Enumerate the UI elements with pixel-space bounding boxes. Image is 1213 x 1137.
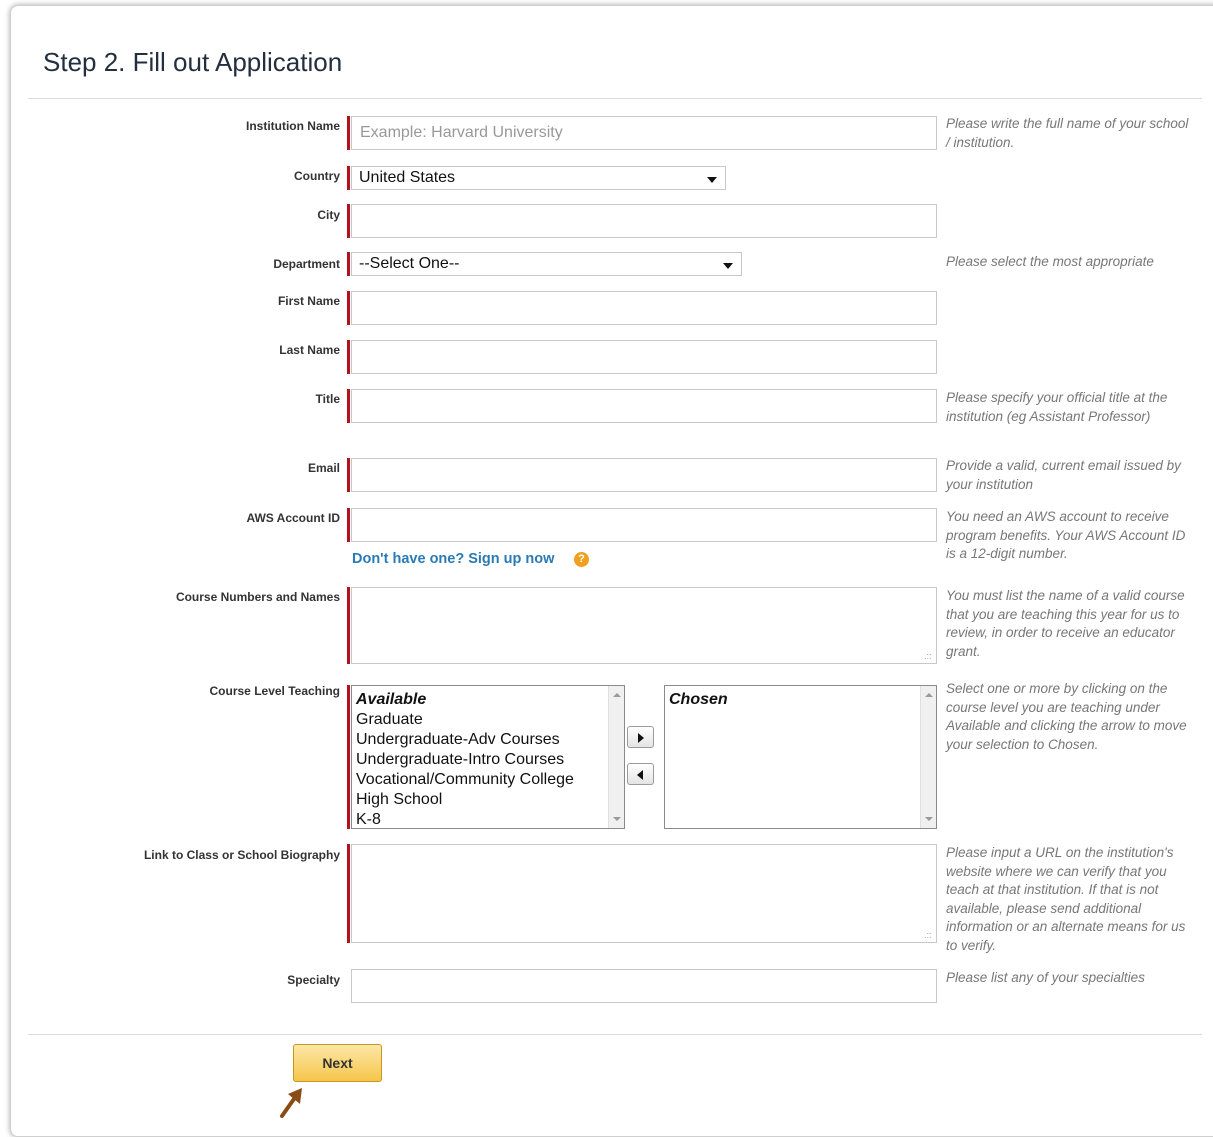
specialty-input[interactable] — [351, 969, 937, 1003]
required-marker — [347, 166, 350, 190]
list-item[interactable]: Undergraduate-Adv Courses — [356, 730, 574, 750]
available-items: Available Graduate Undergraduate-Adv Cou… — [356, 690, 574, 830]
move-right-button[interactable] — [627, 726, 654, 748]
course-level-label: Course Level Teaching — [209, 684, 340, 698]
specialty-help: Please list any of your specialties — [946, 970, 1145, 985]
list-item[interactable]: Vocational/Community College — [356, 770, 574, 790]
required-marker — [347, 508, 350, 542]
country-select[interactable]: United States — [351, 166, 726, 190]
country-label: Country — [294, 169, 340, 183]
chosen-items: Chosen — [669, 690, 728, 710]
chosen-header: Chosen — [669, 691, 728, 708]
title-input[interactable] — [351, 389, 937, 423]
required-marker — [347, 587, 350, 664]
available-header: Available — [356, 691, 427, 708]
resize-handle-icon[interactable]: .:: — [924, 651, 934, 661]
courses-textarea[interactable] — [351, 587, 937, 664]
footer-divider — [28, 1034, 1202, 1035]
required-marker — [347, 844, 350, 943]
required-marker — [347, 252, 350, 276]
email-label: Email — [307, 461, 340, 475]
department-select-value: --Select One-- — [359, 255, 460, 272]
specialty-label: Specialty — [287, 973, 340, 987]
first-name-input[interactable] — [351, 291, 937, 325]
aws-account-help: You need an AWS account to receive progr… — [946, 509, 1186, 562]
required-marker — [347, 291, 350, 325]
department-help: Please select the most appropriate — [946, 254, 1154, 269]
title-help: Please specify your official title at th… — [946, 390, 1168, 424]
biography-label: Link to Class or School Biography — [143, 848, 340, 862]
city-input[interactable] — [351, 204, 937, 238]
question-icon[interactable]: ? — [574, 552, 589, 567]
department-label: Department — [273, 257, 340, 271]
required-marker — [347, 340, 350, 374]
available-listbox[interactable]: Available Graduate Undergraduate-Adv Cou… — [351, 685, 625, 829]
institution-input[interactable] — [351, 116, 937, 150]
required-marker — [347, 389, 350, 423]
available-scrollbar[interactable] — [608, 686, 624, 828]
biography-help: Please input a URL on the institution's … — [946, 845, 1186, 953]
title-label: Title — [315, 392, 340, 406]
page-title: Step 2. Fill out Application — [43, 47, 343, 77]
first-name-label: First Name — [277, 294, 340, 308]
signup-link[interactable]: Don't have one? Sign up now — [352, 551, 554, 567]
list-item[interactable]: High School — [356, 790, 574, 810]
aws-account-label: AWS Account ID — [246, 511, 340, 525]
resize-handle-icon[interactable]: .:: — [924, 930, 934, 940]
email-input[interactable] — [351, 458, 937, 492]
last-name-label: Last Name — [279, 343, 340, 357]
list-item[interactable]: K-8 — [356, 810, 574, 830]
header-divider — [28, 98, 1202, 99]
arrow-left-icon — [637, 770, 643, 780]
chevron-down-icon — [723, 263, 733, 269]
pointer-arrow-icon — [280, 1088, 302, 1118]
arrow-right-icon — [638, 733, 644, 743]
courses-help: You must list the name of a valid course… — [946, 588, 1185, 659]
move-left-button[interactable] — [627, 763, 654, 785]
institution-label: Institution Name — [245, 119, 340, 133]
chevron-down-icon — [707, 177, 717, 183]
city-label: City — [317, 208, 340, 222]
department-select[interactable]: --Select One-- — [351, 252, 742, 276]
list-item[interactable]: Graduate — [356, 710, 574, 730]
aws-account-input[interactable] — [351, 508, 937, 542]
required-marker — [347, 458, 350, 492]
institution-help: Please write the full name of your schoo… — [946, 116, 1189, 150]
last-name-input[interactable] — [351, 340, 937, 374]
list-item[interactable]: Undergraduate-Intro Courses — [356, 750, 574, 770]
required-marker — [347, 116, 350, 150]
course-level-help: Select one or more by clicking on the co… — [946, 681, 1187, 752]
chosen-listbox[interactable]: Chosen — [664, 685, 937, 829]
country-select-value: United States — [359, 169, 456, 186]
next-button[interactable]: Next — [293, 1044, 382, 1082]
courses-label: Course Numbers and Names — [175, 590, 340, 604]
biography-textarea[interactable] — [351, 844, 937, 943]
chosen-scrollbar[interactable] — [920, 686, 936, 828]
required-marker — [347, 204, 350, 238]
email-help: Provide a valid, current email issued by… — [946, 458, 1181, 492]
required-marker — [347, 685, 350, 829]
